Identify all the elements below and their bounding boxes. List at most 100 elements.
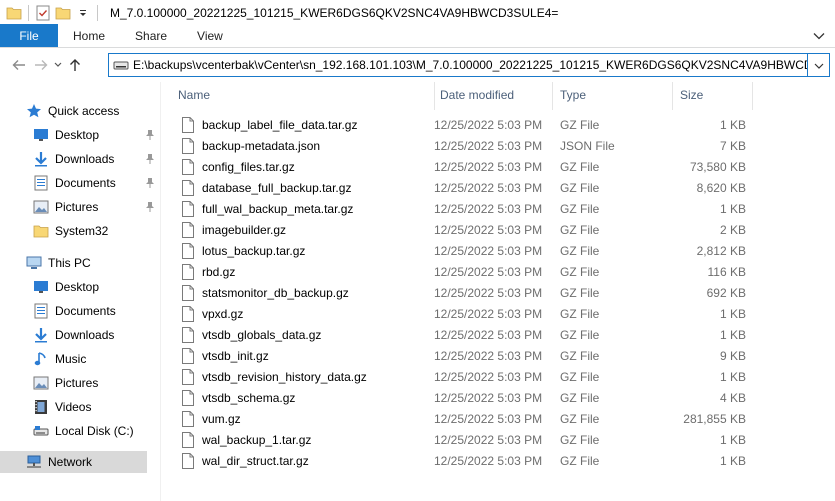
forward-arrow-icon[interactable] [30, 53, 52, 77]
file-row[interactable]: vtsdb_globals_data.gz 12/25/2022 5:03 PM G… [162, 324, 835, 345]
title-bar: M_7.0.100000_20221225_101215_KWER6DGS6QK… [0, 0, 835, 26]
pin-icon[interactable] [145, 201, 155, 216]
file-type: GZ File [560, 390, 600, 405]
pin-icon[interactable] [145, 153, 155, 168]
nav-pc-videos[interactable]: Videos [33, 396, 91, 418]
file-size: 4 KB [719, 390, 746, 405]
file-row[interactable]: database_full_backup.tar.gz 12/25/2022 5:… [162, 177, 835, 198]
pictures-icon [33, 199, 49, 215]
file-date: 12/25/2022 5:03 PM [434, 159, 543, 174]
expand-ribbon-icon[interactable] [813, 29, 825, 43]
documents-icon [33, 175, 49, 191]
nav-label: Local Disk (C:) [55, 424, 134, 438]
nav-pc-local-disk[interactable]: Local Disk (C:) [33, 420, 134, 442]
file-type: JSON File [560, 138, 615, 153]
file-icon [182, 305, 194, 322]
nav-label: Network [48, 455, 93, 469]
downloads-icon [33, 151, 49, 167]
address-bar[interactable]: E:\backups\vcenterbak\vCenter\sn_192.168… [108, 53, 808, 77]
tab-share[interactable]: Share [120, 24, 182, 47]
pin-icon[interactable] [145, 129, 155, 144]
file-row[interactable]: backup-metadata.json 12/25/2022 5:03 PM JS… [162, 135, 835, 156]
column-header-size[interactable]: Size [674, 82, 752, 108]
nav-qa-desktop[interactable]: Desktop [33, 124, 99, 146]
file-icon [182, 452, 194, 469]
column-header-type[interactable]: Type [554, 82, 672, 108]
column-header-date[interactable]: Date modified [434, 82, 552, 108]
file-row[interactable]: wal_dir_struct.tar.gz 12/25/2022 5:03 PM G… [162, 450, 835, 471]
file-row[interactable]: vtsdb_revision_history_data.gz 12/25/2022… [162, 366, 835, 387]
file-icon [182, 368, 194, 385]
nav-pc-music[interactable]: Music [33, 348, 86, 370]
file-name: config_files.tar.gz [202, 159, 295, 174]
column-divider[interactable] [752, 82, 753, 110]
pane-divider[interactable] [160, 82, 161, 501]
file-name: backup_label_file_data.tar.gz [202, 117, 358, 132]
address-dropdown-button[interactable] [808, 53, 830, 77]
toolbar-separator [28, 5, 29, 21]
file-type: GZ File [560, 411, 600, 426]
tab-view[interactable]: View [182, 24, 238, 47]
column-divider[interactable] [672, 82, 673, 110]
file-size: 1 KB [719, 432, 746, 447]
file-row[interactable]: backup_label_file_data.tar.gz 12/25/2022 … [162, 114, 835, 135]
customize-toolbar-icon[interactable] [73, 2, 93, 24]
file-icon [182, 158, 194, 175]
file-row[interactable]: config_files.tar.gz 12/25/2022 5:03 PM GZ … [162, 156, 835, 177]
folder-icon [33, 223, 49, 239]
nav-pc-desktop[interactable]: Desktop [33, 276, 99, 298]
file-name-cell: vtsdb_revision_history_data.gz [182, 366, 432, 387]
tab-file[interactable]: File [0, 24, 58, 47]
file-name: vpxd.gz [202, 306, 244, 321]
file-row[interactable]: vum.gz 12/25/2022 5:03 PM GZ File 281,855 K… [162, 408, 835, 429]
file-name: wal_dir_struct.tar.gz [202, 453, 309, 468]
file-name: imagebuilder.gz [202, 222, 287, 237]
file-row[interactable]: rbd.gz 12/25/2022 5:03 PM GZ File 116 KB [162, 261, 835, 282]
file-row[interactable]: imagebuilder.gz 12/25/2022 5:03 PM GZ File… [162, 219, 835, 240]
nav-network[interactable]: Network [0, 451, 147, 473]
file-row[interactable]: wal_backup_1.tar.gz 12/25/2022 5:03 PM GZ … [162, 429, 835, 450]
file-type: GZ File [560, 222, 600, 237]
new-folder-icon[interactable] [53, 2, 73, 24]
up-arrow-icon[interactable] [64, 53, 86, 77]
file-size: 692 KB [706, 285, 746, 300]
nav-qa-documents[interactable]: Documents [33, 172, 116, 194]
file-date: 12/25/2022 5:03 PM [434, 369, 543, 384]
file-size: 7 KB [719, 138, 746, 153]
file-row[interactable]: lotus_backup.tar.gz 12/25/2022 5:03 PM GZ … [162, 240, 835, 261]
file-name: vtsdb_revision_history_data.gz [202, 369, 367, 384]
pin-icon[interactable] [145, 177, 155, 192]
file-size: 1 KB [719, 306, 746, 321]
computer-icon [26, 255, 42, 271]
column-header-name[interactable]: Name [172, 82, 434, 108]
nav-qa-pictures[interactable]: Pictures [33, 196, 98, 218]
file-size: 281,855 KB [683, 411, 746, 426]
file-type: GZ File [560, 243, 600, 258]
file-row[interactable]: vpxd.gz 12/25/2022 5:03 PM GZ File 1 KB [162, 303, 835, 324]
nav-qa-system32[interactable]: System32 [33, 220, 108, 242]
file-date: 12/25/2022 5:03 PM [434, 453, 543, 468]
file-row[interactable]: full_wal_backup_meta.tar.gz 12/25/2022 5:… [162, 198, 835, 219]
nav-pc-pictures[interactable]: Pictures [33, 372, 98, 394]
file-type: GZ File [560, 264, 600, 279]
tab-home[interactable]: Home [58, 24, 120, 47]
properties-icon[interactable] [33, 2, 53, 24]
file-date: 12/25/2022 5:03 PM [434, 306, 543, 321]
star-icon [26, 103, 42, 119]
back-arrow-icon[interactable] [8, 53, 30, 77]
file-type: GZ File [560, 117, 600, 132]
nav-pc-downloads[interactable]: Downloads [33, 324, 114, 346]
column-divider[interactable] [552, 82, 553, 110]
folder-icon[interactable] [4, 2, 24, 24]
nav-this-pc[interactable]: This PC [26, 252, 91, 274]
nav-qa-downloads[interactable]: Downloads [33, 148, 114, 170]
nav-quick-access[interactable]: Quick access [26, 100, 119, 122]
file-date: 12/25/2022 5:03 PM [434, 201, 543, 216]
file-name: lotus_backup.tar.gz [202, 243, 306, 258]
file-type: GZ File [560, 327, 600, 342]
recent-locations-icon[interactable] [52, 53, 64, 77]
file-row[interactable]: vtsdb_init.gz 12/25/2022 5:03 PM GZ File 9 … [162, 345, 835, 366]
file-row[interactable]: statsmonitor_db_backup.gz 12/25/2022 5:03… [162, 282, 835, 303]
nav-pc-documents[interactable]: Documents [33, 300, 116, 322]
file-row[interactable]: vtsdb_schema.gz 12/25/2022 5:03 PM GZ File… [162, 387, 835, 408]
